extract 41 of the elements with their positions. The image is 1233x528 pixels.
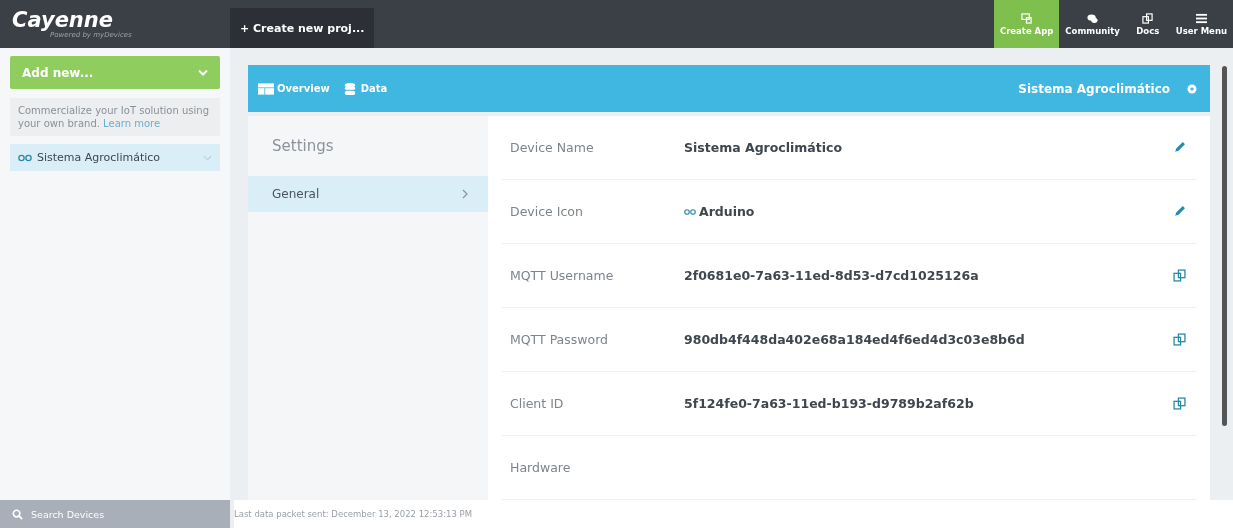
chevron-icon (198, 69, 208, 76)
chat-icon (1087, 12, 1099, 24)
edit-icon[interactable] (1173, 141, 1186, 154)
status-text: Last data packet sent: December 13, 2022 12:53:13 PM (234, 500, 1233, 528)
settings-icon[interactable] (1186, 82, 1198, 95)
field-value: Sistema Agroclimático (684, 140, 843, 155)
device-name: Sistema Agroclimático (37, 151, 162, 164)
scrollbar[interactable] (1222, 66, 1227, 426)
logo[interactable]: Cayenne (12, 9, 218, 31)
field-label: Hardware (510, 460, 572, 475)
copy-icon (1142, 12, 1154, 24)
menu-icon (1195, 12, 1207, 24)
field-label: MQTT Password (510, 332, 610, 347)
device-title: Sistema Agroclimático (1018, 81, 1170, 96)
field-value: 5f124fe0-7a63-11ed-b193-d9789b2af62b (684, 396, 974, 411)
copy-icon[interactable] (1173, 397, 1186, 410)
infinity-icon (684, 208, 696, 215)
field-label: Device Name (510, 140, 595, 155)
chevron-icon (203, 154, 212, 161)
devices-icon (1021, 12, 1033, 24)
edit-icon[interactable] (1173, 205, 1186, 218)
device-item[interactable]: Sistema Agroclimático (10, 144, 220, 171)
chevron-right-icon (462, 189, 468, 199)
field-value: 2f0681e0-7a63-11ed-8d53-d7cd1025126a (684, 268, 979, 283)
field-value: Arduino (699, 204, 755, 219)
promo-text: Commercialize your IoT solution using your own brand. Learn more (18, 104, 210, 130)
copy-icon[interactable] (1173, 333, 1186, 346)
settings-item[interactable]: General (248, 176, 488, 212)
dashboard-icon (258, 82, 274, 95)
infinity-icon (18, 153, 32, 162)
field-label: Client ID (510, 396, 565, 411)
nav-button[interactable]: User Menu (1169, 0, 1233, 48)
nav-button[interactable]: Community (1059, 0, 1126, 48)
create-project-button[interactable]: + Create new proj... (230, 8, 375, 48)
search-icon (12, 508, 23, 520)
field-value: 980db4f448da402e68a184ed4f6ed4d3c03e8b6d (684, 332, 1025, 347)
field-label: Device Icon (510, 204, 584, 219)
field-label: MQTT Username (510, 268, 615, 283)
settings-title: Settings (271, 136, 335, 157)
copy-icon[interactable] (1173, 269, 1186, 282)
nav-button[interactable]: Docs (1125, 0, 1170, 48)
